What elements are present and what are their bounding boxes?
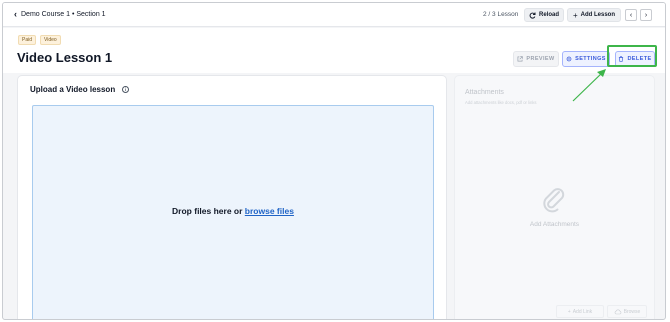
delete-button[interactable]: DELETE: [615, 51, 655, 67]
add-link-label: Add Link: [572, 308, 593, 315]
trash-icon: [619, 56, 624, 62]
video-badge: Video: [40, 35, 61, 45]
paperclip-icon: [543, 188, 565, 213]
app-frame: ‹ Demo Course 1 • Section 1 2 / 3 Lesson…: [2, 2, 666, 320]
next-lesson-button[interactable]: ›: [640, 9, 652, 21]
previous-lesson-button[interactable]: ‹: [625, 9, 637, 21]
upload-title: Upload a Video lesson: [30, 85, 116, 94]
reload-label: Reload: [538, 12, 559, 18]
cloud-upload-icon: [614, 309, 621, 314]
back-breadcrumb[interactable]: ‹ Demo Course 1 • Section 1: [14, 9, 106, 19]
chevron-right-icon: ›: [644, 11, 648, 19]
external-link-icon: [517, 56, 524, 62]
browse-files-link[interactable]: browse files: [245, 206, 294, 216]
settings-button[interactable]: SETTINGS: [562, 51, 610, 67]
paid-badge: Paid: [18, 35, 37, 45]
upload-video-card: Upload a Video lesson i Drop files here …: [17, 75, 447, 319]
attachments-panel: Attachments Add attachments like docs, p…: [454, 75, 655, 319]
attachments-title: Attachments: [465, 89, 504, 96]
preview-button[interactable]: PREVIEW: [513, 51, 559, 67]
attachments-subtitle: Add attachments like docs, pdf or links: [465, 100, 537, 105]
add-lesson-label: Add Lesson: [580, 12, 615, 18]
browse-label: Browse: [623, 308, 641, 315]
page-title: Video Lesson 1: [17, 50, 113, 65]
add-link-button[interactable]: + Add Link: [556, 305, 604, 318]
top-bar: ‹ Demo Course 1 • Section 1 2 / 3 Lesson…: [3, 3, 665, 27]
delete-label: DELETE: [627, 56, 652, 62]
add-attachments-label: Add Attachments: [529, 221, 580, 228]
plus-icon: +: [567, 308, 571, 315]
reload-icon: [529, 12, 536, 19]
add-lesson-button[interactable]: + Add Lesson: [567, 8, 621, 22]
dropzone-text: Drop files here or browse files: [33, 206, 433, 216]
settings-label: SETTINGS: [575, 56, 606, 62]
plus-icon: +: [572, 10, 578, 20]
file-dropzone[interactable]: Drop files here or browse files: [32, 105, 434, 319]
chevron-left-icon: ‹: [14, 9, 17, 19]
breadcrumb-text: Demo Course 1 • Section 1: [21, 10, 106, 18]
preview-label: PREVIEW: [526, 56, 555, 62]
browse-attachments-button[interactable]: Browse: [607, 305, 647, 318]
reload-button[interactable]: Reload: [524, 8, 564, 22]
chevron-left-icon: ‹: [629, 11, 633, 19]
gear-icon: [566, 56, 572, 62]
lesson-counter: 2 / 3 Lesson: [483, 11, 519, 18]
info-icon[interactable]: i: [122, 86, 129, 93]
drop-instruction: Drop files here or: [172, 206, 245, 216]
